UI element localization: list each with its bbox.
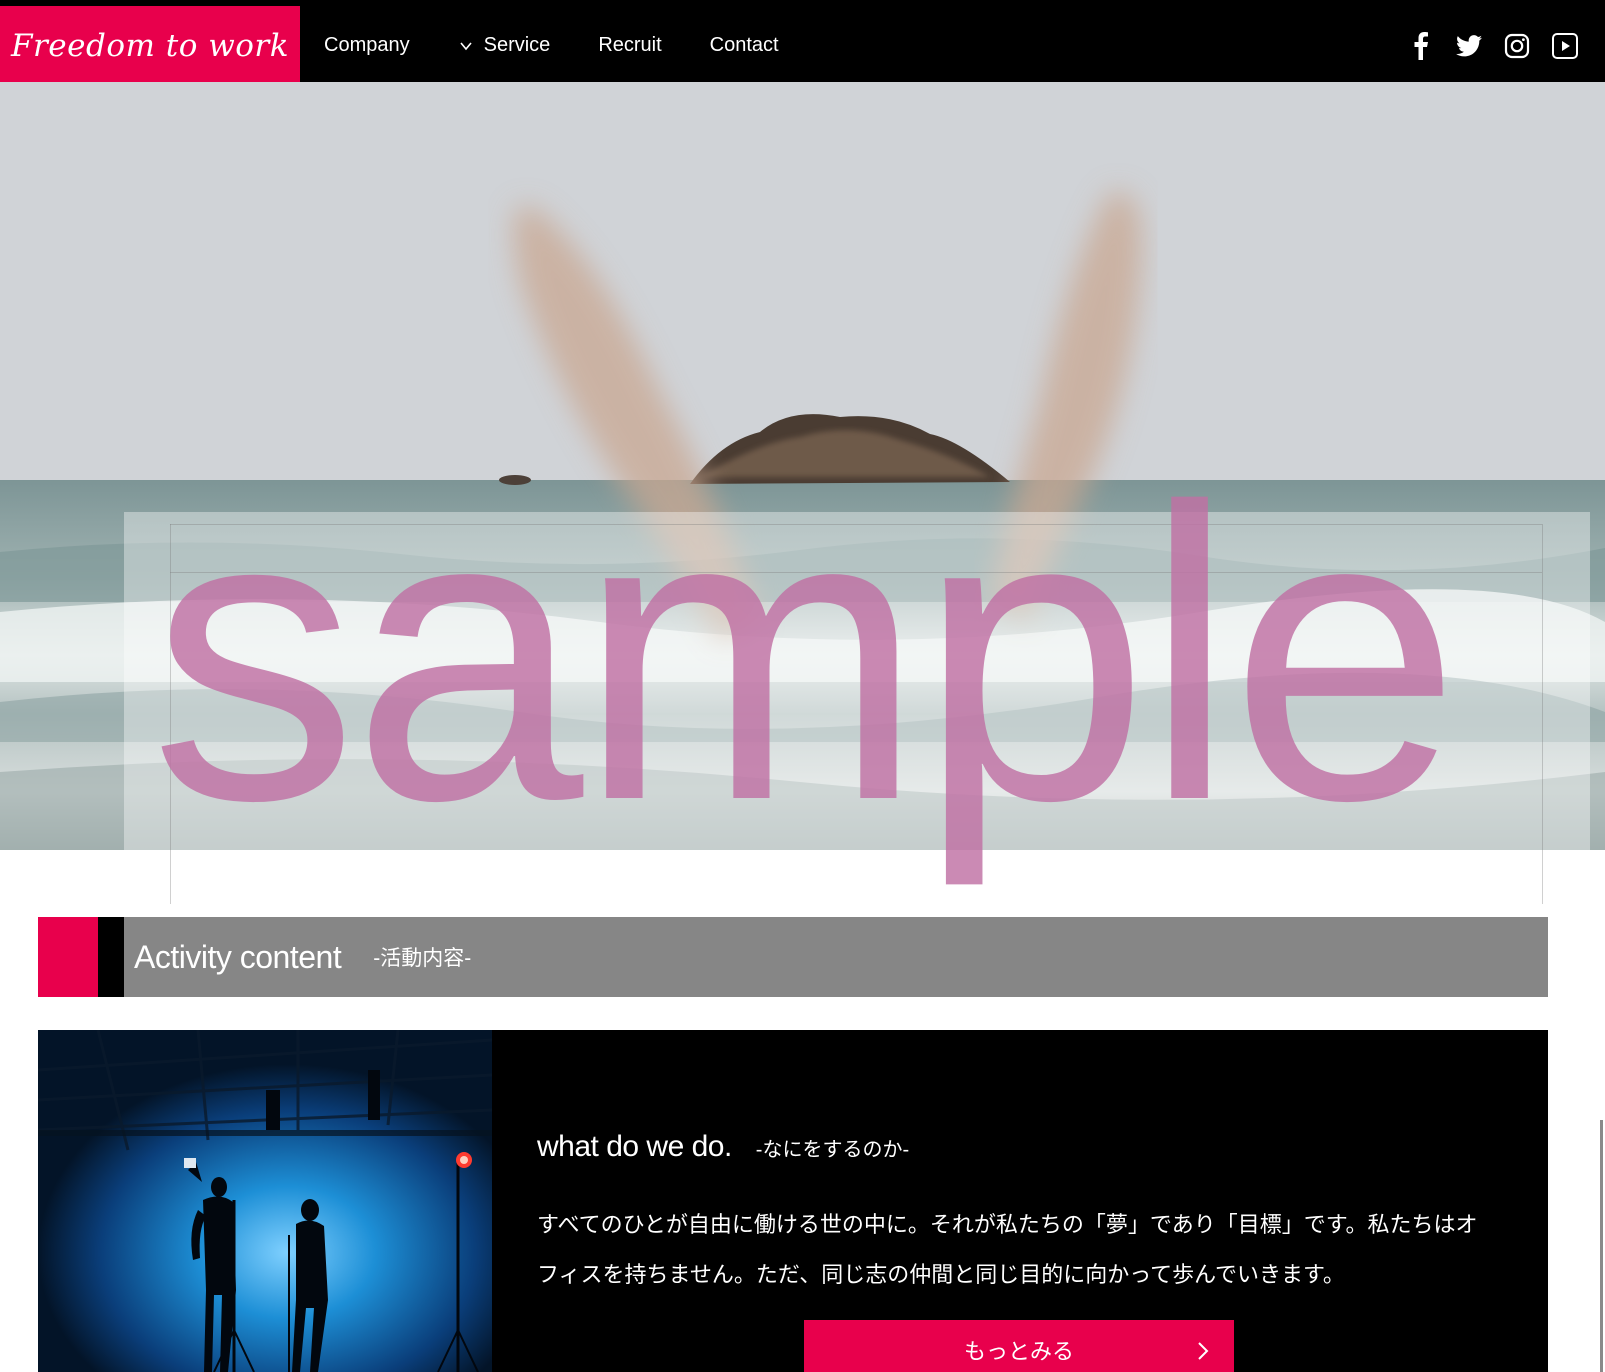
nav-item-recruit[interactable]: Recruit [598,34,661,57]
nav-item-label: Recruit [598,34,662,56]
youtube-icon[interactable] [1551,32,1579,60]
section-header-activity: Activity content -活動内容- [38,917,1548,997]
nav-item-service[interactable]: Service [458,34,551,57]
instagram-icon[interactable] [1503,32,1531,60]
nav-item-contact[interactable]: Contact [710,34,779,57]
nav-item-label: Company [324,34,410,56]
nav-item-label: Service [483,34,551,56]
section-subtitle: -活動内容- [373,947,472,970]
nav-item-company[interactable]: Company [324,34,410,57]
twitter-icon[interactable] [1455,32,1483,60]
feature-description: すべてのひとが自由に働ける世の中に。それが私たちの「夢」であり「目標」です。私た… [537,1212,1478,1287]
feature-heading: what do we do. -なにをするのか- [537,1130,909,1164]
studio-photo [38,1030,492,1372]
social-links [1387,6,1579,85]
see-more-label: もっとみる [963,1339,1074,1364]
top-navigation-bar: Freedom to work Company Service Recruit … [0,0,1605,85]
section-accent [38,917,98,997]
main-nav: Company Service Recruit Contact [300,6,803,85]
feature-panel: what do we do. -なにをするのか- すべてのひとが自由に働ける世の… [38,1030,1548,1372]
chevron-down-icon [459,41,472,50]
nav-item-label: Contact [709,34,779,56]
chevron-right-icon [1198,1342,1209,1360]
section-title: Activity content [134,938,342,975]
sample-watermark: sample [149,422,1461,887]
logo-text: Freedom to work [10,27,290,64]
site-logo[interactable]: Freedom to work [0,6,300,85]
section-accent-dark [98,917,124,997]
facebook-icon[interactable] [1407,31,1435,60]
scrollbar-thumb[interactable] [1600,1120,1603,1372]
see-more-button[interactable]: もっとみる [804,1320,1234,1372]
feature-title: what do we do. [537,1130,732,1163]
feature-subtitle: -なにをするのか- [755,1139,910,1161]
